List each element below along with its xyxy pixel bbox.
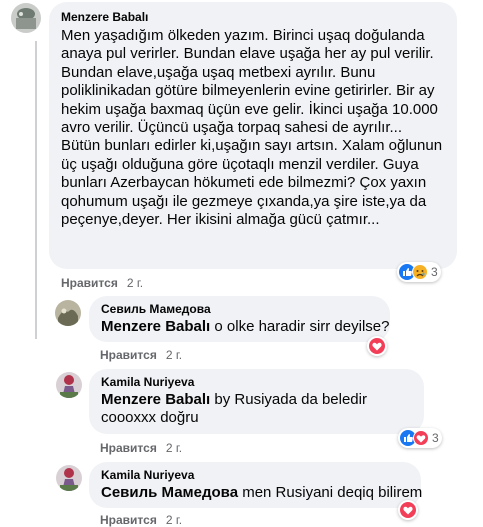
like-button[interactable]: Нравится [100,348,157,362]
reaction-summary[interactable]: 3 [397,262,441,282]
comment-timestamp[interactable]: 2 г. [166,348,182,362]
reply-bubble: Севиль Мамедова Menzere Babalı o olke ha… [89,296,390,342]
reaction-summary[interactable] [398,500,418,520]
like-button[interactable]: Нравится [100,441,157,455]
like-button[interactable]: Нравится [61,276,118,290]
love-reaction-icon [369,338,385,354]
reply-text: Menzere Babalı by Rusiyada da beledir co… [101,391,412,428]
avatar[interactable] [56,465,82,491]
love-reaction-icon [413,430,429,446]
comment-author[interactable]: Kamila Nuriyeva [101,375,412,389]
avatar[interactable] [56,372,82,398]
comment-text: Men yaşadığım ölkeden yazım. Birinci uşa… [61,27,443,229]
comment-author[interactable]: Menzere Babalı [61,10,445,24]
reply-body: o olke haradir sirr deyilse? [210,318,390,335]
reaction-summary[interactable]: 3 [398,428,442,448]
avatar[interactable] [55,300,81,326]
sad-reaction-icon [412,264,428,280]
reply-text: Севиль Мамедова men Rusiyani deqiq bilir… [101,484,422,502]
reaction-summary[interactable] [367,336,387,356]
reply-text: Menzere Babalı o olke haradir sirr deyil… [101,318,389,336]
comment-author[interactable]: Севиль Мамедова [101,302,378,316]
comment-meta: Нравится 2 г. [100,441,182,455]
mention-link[interactable]: Menzere Babalı [101,391,210,408]
thread-line [35,41,37,339]
reply-body: men Rusiyani deqiq bilirem [238,484,423,501]
reaction-count: 3 [432,431,439,445]
love-reaction-icon [400,502,416,518]
avatar[interactable] [11,3,41,33]
comment-timestamp[interactable]: 2 г. [166,441,182,455]
comment-meta: Нравится 2 г. [100,348,182,362]
comment-timestamp[interactable]: 2 г. [127,276,143,290]
comment-author[interactable]: Kamila Nuriyeva [101,468,409,482]
mention-link[interactable]: Севиль Мамедова [101,484,238,501]
comment-bubble: Menzere Babalı Men yaşadığım ölkeden yaz… [49,2,457,269]
reply-bubble: Kamila Nuriyeva Севиль Мамедова men Rusi… [89,462,422,508]
reaction-count: 3 [431,265,438,279]
mention-link[interactable]: Menzere Babalı [101,318,210,335]
comment-meta: Нравится 2 г. [61,276,143,290]
reply-bubble: Kamila Nuriyeva Menzere Babalı by Rusiya… [89,369,424,434]
